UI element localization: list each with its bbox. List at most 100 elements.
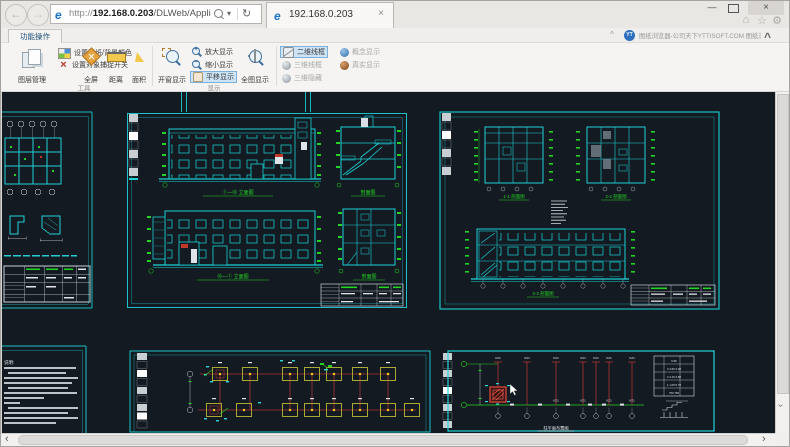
back-button[interactable]: ← — [5, 4, 27, 26]
address-bar[interactable]: e http://192.168.0.203/DLWeb/Application… — [50, 4, 262, 24]
wireframe-2d-button[interactable]: 二维线框 — [280, 46, 328, 58]
vertical-scrollbar-thumb[interactable] — [777, 94, 789, 394]
display-group-label: 显示 — [190, 82, 238, 90]
measure-area-button[interactable]: 面积 — [124, 45, 154, 85]
zoom-out-icon: − — [192, 60, 202, 70]
elevation-2-title: ⑩—① 立面图 — [217, 273, 248, 280]
area-icon — [135, 52, 144, 62]
zoom-window-button[interactable]: 开窗显示 — [155, 45, 189, 85]
sheet-elevations: ①—⑩ 立面图 剖面图 — [125, 112, 409, 310]
browser-tab[interactable]: e 192.168.0.203 × — [266, 2, 394, 28]
tools-group-label: 工具 — [52, 82, 116, 90]
elevation-1-title: ①—⑩ 立面图 — [222, 189, 253, 196]
title-block — [321, 284, 403, 306]
brand-text: 图纸浏览器-公司天下YTTISOFT.COM 图纸浏览软件-试用版 — [639, 31, 761, 41]
svg-text:KZ1: KZ1 — [495, 356, 501, 360]
minimize-button[interactable]: — — [704, 2, 720, 12]
leader-arrows-green — [204, 363, 332, 414]
forward-button[interactable]: → — [27, 4, 49, 26]
zoom-out-button[interactable]: − 缩小显示 — [192, 59, 233, 71]
svg-text:KZ1: KZ1 — [606, 399, 612, 403]
sheet-b-ladder-strip — [129, 114, 138, 180]
wireframe-3d-icon — [282, 61, 291, 70]
fullscreen-icon — [82, 47, 100, 65]
svg-text:KZ1: KZ1 — [580, 399, 586, 403]
zoom-in-button[interactable]: + 放大显示 — [192, 46, 233, 58]
ribbon-tab-function[interactable]: 功能操作 — [8, 29, 62, 43]
zoom-extents-icon — [245, 48, 265, 68]
section-1-title: 1-1 剖面图 — [503, 193, 525, 200]
url-protocol: http:// — [69, 8, 93, 19]
svg-text:KZ1: KZ1 — [553, 356, 559, 360]
hidden-3d-icon — [282, 74, 291, 83]
close-button[interactable]: × — [748, 1, 784, 15]
sheet-foundation-plan — [128, 348, 434, 433]
small-section: 剖面图 — [338, 209, 401, 280]
sheet-e-ladder-strip — [137, 353, 147, 428]
horizontal-scrollbar-thumb[interactable] — [18, 435, 748, 445]
zoom-in-icon: + — [192, 47, 202, 57]
zoom-extents-button[interactable]: 全图显示 — [238, 45, 272, 85]
wireframe-3d-button[interactable]: 三维线框 — [282, 59, 322, 71]
small-section-title: 剖面图 — [361, 273, 376, 280]
wireframe-3d-label: 三维线框 — [294, 60, 322, 70]
url-path: /DLWeb/Application/YTDe — [154, 8, 211, 19]
svg-text:6.95: 6.95 — [671, 359, 677, 363]
refresh-icon[interactable]: ↻ — [242, 7, 251, 20]
wireframe-2d-label: 二维线框 — [297, 47, 325, 57]
svg-text:KZ1: KZ1 — [606, 356, 612, 360]
wireframe-2d-icon — [283, 47, 294, 58]
horizontal-scrollbar[interactable]: ‹ › — [0, 433, 775, 447]
hidden-3d-label: 三维隐藏 — [294, 73, 322, 83]
sheet-sections: 1-1 剖面图 2-2 剖面图 — [437, 109, 723, 313]
ie-page-icon: e — [55, 9, 62, 21]
conceptual-button[interactable]: 概念显示 — [340, 46, 380, 58]
sheet-edge-line — [186, 92, 187, 112]
conceptual-label: 概念显示 — [352, 47, 380, 57]
browser-titlebar: ← → e http://192.168.0.203/DLWeb/Applica… — [0, 0, 790, 28]
mouse-cursor — [510, 384, 518, 395]
ribbon-tab-strip: 功能操作 ^ YT 图纸浏览器-公司天下YTTISOFT.COM 图纸浏览软件-… — [0, 28, 790, 43]
notes-block — [551, 201, 568, 223]
scroll-right-icon[interactable]: › — [762, 433, 766, 445]
scroll-down-icon[interactable]: › — [775, 404, 786, 407]
svg-text:2 4.15 2.80: 2 4.15 2.80 — [667, 375, 681, 379]
home-icon[interactable]: ⌂ — [739, 14, 753, 26]
title-block — [631, 285, 715, 305]
address-separator — [237, 8, 238, 20]
svg-text:KZ1: KZ1 — [593, 356, 599, 360]
level-table: 6.95 3 4.95 3.00 2 4.15 2.80 1 1.05 5.75… — [654, 356, 694, 418]
sheet-notes: 说明: — [2, 336, 94, 433]
zoom-extents-label: 全图显示 — [241, 75, 269, 85]
hidden-3d-button[interactable]: 三维隐藏 — [282, 72, 322, 84]
group-separator — [276, 46, 277, 86]
pan-label: 平移显示 — [206, 72, 234, 82]
conceptual-icon — [340, 48, 349, 57]
svg-text:KZ1: KZ1 — [524, 356, 530, 360]
zoom-out-label: 缩小显示 — [205, 60, 233, 70]
settings-gear-icon[interactable]: ⚙ — [770, 14, 784, 27]
ribbon-collapse-icon[interactable]: ^ — [764, 30, 771, 44]
layer-manager-button[interactable]: 图层管理 — [8, 45, 56, 85]
search-icon[interactable] — [214, 9, 223, 18]
pan-hand-icon — [193, 72, 203, 82]
svg-text:KZ1: KZ1 — [580, 356, 586, 360]
cad-viewport[interactable]: ①—⑩ 立面图 剖面图 — [0, 92, 775, 433]
color-palette-icon — [58, 48, 71, 59]
chevron-down-icon[interactable]: ▾ — [227, 9, 231, 18]
scrollbar-corner — [775, 433, 790, 447]
tab-favicon: e — [274, 10, 281, 22]
favorites-icon[interactable]: ☆ — [755, 14, 769, 27]
sheet-edge-line — [310, 92, 311, 112]
grid-bubbles — [496, 408, 635, 419]
selected-column[interactable] — [485, 383, 510, 405]
tab-close-icon[interactable]: × — [375, 8, 387, 19]
svg-text:KZ1: KZ1 — [629, 356, 635, 360]
pan-button[interactable]: 平移显示 — [190, 71, 237, 83]
scroll-left-icon[interactable]: ‹ — [5, 433, 9, 445]
footing-squares — [207, 368, 420, 417]
vertical-scrollbar[interactable]: › — [775, 92, 790, 433]
zoom-window-icon — [162, 48, 182, 68]
realistic-button[interactable]: 真实显示 — [340, 59, 380, 71]
maximize-button[interactable] — [728, 4, 739, 13]
